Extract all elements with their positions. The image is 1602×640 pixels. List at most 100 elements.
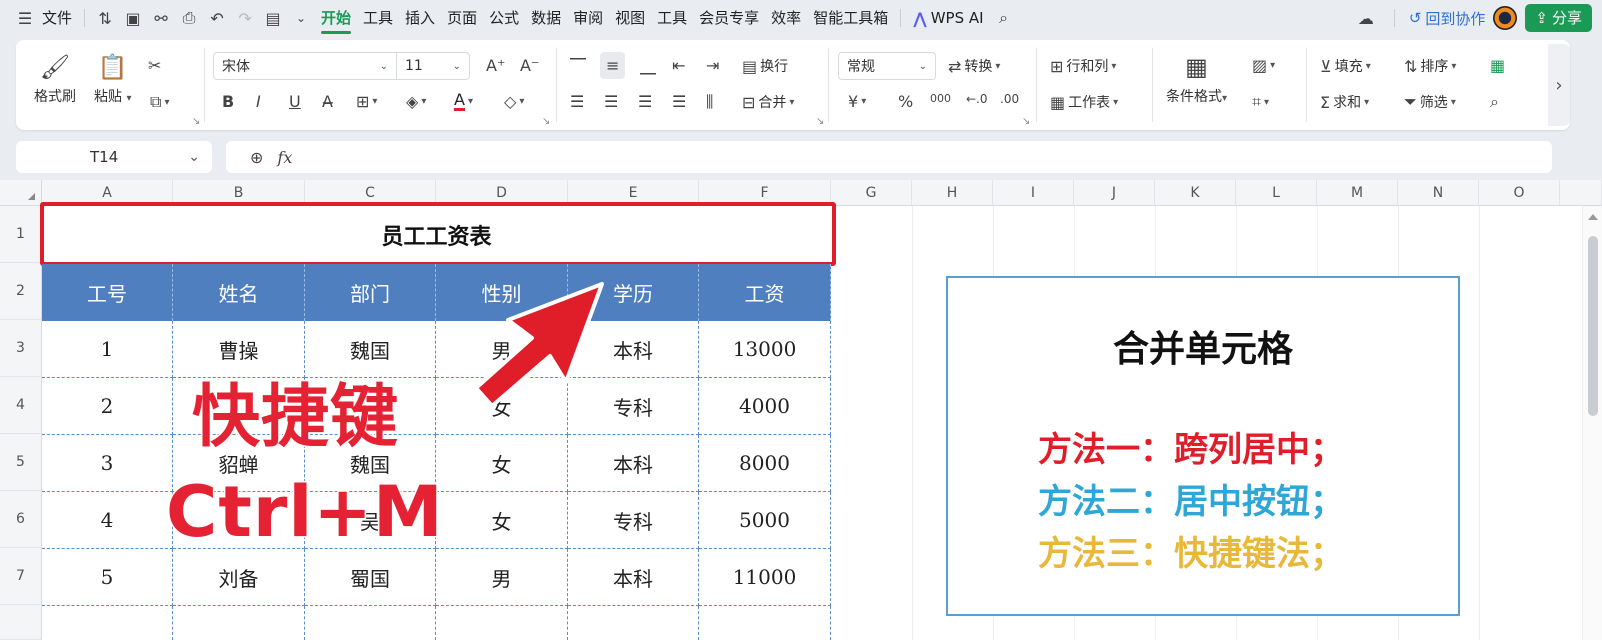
print-preview-icon[interactable]: ⎙ <box>175 0 203 36</box>
justify-button[interactable]: ☰ <box>672 92 686 111</box>
table-cell[interactable]: 刘备 <box>173 549 305 606</box>
save-icon[interactable]: ▣ <box>119 0 147 36</box>
col-header-l[interactable]: L <box>1236 180 1317 206</box>
col-header-h[interactable]: H <box>912 180 993 206</box>
paste-button[interactable]: 📋 粘贴 ▾ <box>94 54 131 106</box>
avatar[interactable] <box>1493 6 1518 30</box>
tab-tools-2[interactable]: 工具 <box>651 0 693 36</box>
align-top-button[interactable]: ⎺ <box>570 56 586 76</box>
italic-button[interactable]: I <box>256 92 261 111</box>
table-cell[interactable] <box>173 606 305 640</box>
table-cell[interactable]: 4 <box>42 492 173 549</box>
table-cell[interactable]: 本科 <box>568 435 699 492</box>
underline-button[interactable]: U <box>289 92 301 111</box>
name-box[interactable]: T14 ⌄ <box>16 141 212 173</box>
font-size-select[interactable]: 11 ⌄ <box>396 52 470 80</box>
table-cell[interactable]: 4000 <box>699 378 831 435</box>
header-cell-salary[interactable]: 工资 <box>699 264 831 321</box>
find-button[interactable]: ⌕ <box>1490 92 1499 112</box>
table-cell[interactable] <box>699 606 831 640</box>
fill-button[interactable]: ⊻ 填充 ▾ <box>1320 56 1371 76</box>
freeze-button[interactable]: ▦ <box>1490 56 1505 75</box>
row-header-3[interactable]: 3 <box>0 320 42 377</box>
scrollbar-thumb[interactable] <box>1588 236 1598 416</box>
crop-button[interactable]: ⌗ ▾ <box>1252 92 1269 112</box>
tab-smart-toolbox[interactable]: 智能工具箱 <box>807 0 894 36</box>
number-format-select[interactable]: 常规 ⌄ <box>838 52 936 80</box>
sort-button[interactable]: ⇅ 排序 ▾ <box>1404 56 1456 76</box>
distribute-button[interactable]: ⫼ <box>706 92 713 112</box>
scroll-up-icon[interactable] <box>1588 214 1598 220</box>
clear-button[interactable]: ◇ ▾ <box>504 92 524 111</box>
tab-member[interactable]: 会员专享 <box>693 0 765 36</box>
ribbon-more-button[interactable]: › <box>1548 44 1570 126</box>
align-right-button[interactable]: ☰ <box>638 92 652 111</box>
col-header-n[interactable]: N <box>1398 180 1479 206</box>
col-header-m[interactable]: M <box>1317 180 1398 206</box>
table-cell[interactable]: 5000 <box>699 492 831 549</box>
convert-button[interactable]: ⇄ 转换 ▾ <box>948 56 1000 76</box>
decrease-decimal-button[interactable]: .00 <box>1000 92 1019 106</box>
row-header-1[interactable]: 1 <box>0 206 42 263</box>
table-cell[interactable]: 3 <box>42 435 173 492</box>
number-launcher-icon[interactable]: ↘ <box>1022 116 1030 127</box>
font-launcher-icon[interactable]: ↘ <box>542 116 550 127</box>
table-cell[interactable]: 专科 <box>568 492 699 549</box>
table-cell[interactable]: 女 <box>436 492 568 549</box>
collab-button[interactable]: ↺ 回到协作 <box>1409 8 1486 29</box>
decrease-font-button[interactable]: A⁻ <box>520 56 539 75</box>
table-cell[interactable]: 2 <box>42 378 173 435</box>
table-cell[interactable]: 女 <box>436 435 568 492</box>
header-cell-id[interactable]: 工号 <box>42 264 173 321</box>
increase-font-button[interactable]: A⁺ <box>486 56 505 75</box>
filter-button[interactable]: ⏷ 筛选 ▾ <box>1404 92 1456 112</box>
currency-button[interactable]: ¥ ▾ <box>848 92 866 111</box>
table-cell[interactable]: 5 <box>42 549 173 606</box>
row-header-8[interactable] <box>0 605 42 640</box>
align-middle-button[interactable]: ≡ <box>600 52 626 79</box>
table-cell[interactable]: 1 <box>42 321 173 378</box>
fill-color-button[interactable]: ◈ ▾ <box>406 92 426 111</box>
col-header-g[interactable]: G <box>831 180 912 206</box>
bold-button[interactable]: B <box>222 92 234 111</box>
font-name-select[interactable]: 宋体 ⌄ <box>213 52 397 80</box>
header-cell-name[interactable]: 姓名 <box>173 264 305 321</box>
search-icon[interactable]: ⌕ <box>990 0 1018 36</box>
share-link-icon[interactable]: ⚯ <box>147 0 175 36</box>
col-header-k[interactable]: K <box>1155 180 1236 206</box>
sort-icon[interactable]: ⇅ <box>91 0 119 36</box>
table-cell[interactable] <box>436 606 568 640</box>
row-header-5[interactable]: 5 <box>0 434 42 491</box>
font-color-button[interactable]: A ▾ <box>454 92 473 111</box>
table-cell[interactable]: 男 <box>436 549 568 606</box>
sum-button[interactable]: Σ 求和 ▾ <box>1320 92 1369 112</box>
worksheet-button[interactable]: ▦ 工作表 ▾ <box>1050 92 1118 112</box>
border-button[interactable]: ⊞ ▾ <box>356 92 377 111</box>
undo-icon[interactable]: ↶ <box>203 0 231 36</box>
percent-button[interactable]: % <box>898 92 913 111</box>
share-button[interactable]: ⇪ 分享 <box>1525 4 1592 32</box>
wrap-text-button[interactable]: ▤ 换行 <box>742 56 788 76</box>
merge-button[interactable]: ⊟ 合并 ▾ <box>742 92 794 112</box>
spreadsheet-grid[interactable]: A B C D E F G H I J K L M N O 1 2 3 4 5 … <box>0 180 1602 640</box>
table-cell[interactable] <box>568 606 699 640</box>
table-cell[interactable] <box>305 606 436 640</box>
align-left-button[interactable]: ☰ <box>570 92 584 111</box>
menu-file[interactable]: 文件 <box>36 0 78 36</box>
col-header-j[interactable]: J <box>1074 180 1155 206</box>
table-cell[interactable]: 11000 <box>699 549 831 606</box>
tab-page[interactable]: 页面 <box>441 0 483 36</box>
cell-style-button[interactable]: ▨ ▾ <box>1252 56 1275 75</box>
col-header-o[interactable]: O <box>1479 180 1560 206</box>
tab-tools[interactable]: 工具 <box>357 0 399 36</box>
tab-home[interactable]: 开始 <box>315 0 357 36</box>
col-header-i[interactable]: I <box>993 180 1074 206</box>
table-cell[interactable]: 本科 <box>568 549 699 606</box>
tab-data[interactable]: 数据 <box>525 0 567 36</box>
increase-decimal-button[interactable]: ←.0 <box>966 92 988 106</box>
layout-icon[interactable]: ▤ <box>259 0 287 36</box>
strikethrough-button[interactable]: A̶ <box>322 92 333 111</box>
table-cell[interactable] <box>42 606 173 640</box>
thousands-button[interactable]: 000 <box>930 92 951 105</box>
wps-ai-button[interactable]: ⋀ WPS AI <box>907 9 989 28</box>
